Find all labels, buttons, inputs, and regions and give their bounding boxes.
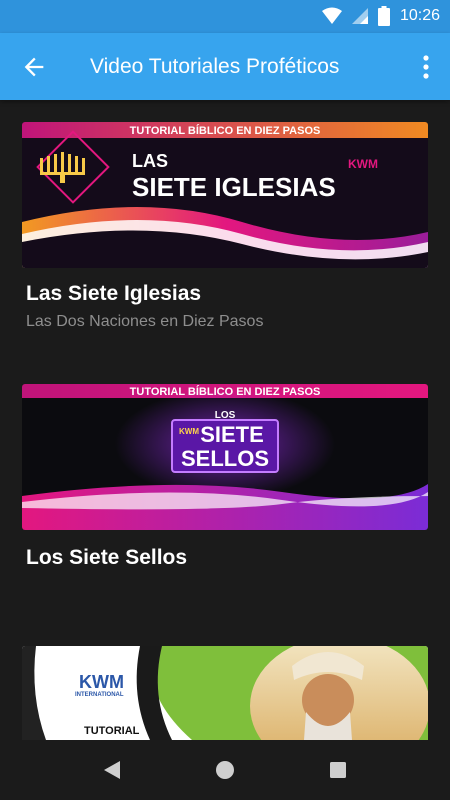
video-subtitle: Las Dos Naciones en Diez Pasos — [26, 313, 264, 330]
video-card-siete-iglesias[interactable]: TUTORIAL BÍBLICO EN DIEZ PASOS LAS SIETE… — [22, 122, 428, 330]
status-icons: 10:26 — [321, 6, 440, 26]
thumbnail-art: TUTORIAL BÍBLICO EN DIEZ PASOS LOS SIETE… — [22, 384, 428, 530]
banner-line2: SIETE IGLESIAS — [132, 172, 336, 202]
status-bar: 10:26 — [0, 0, 450, 33]
banner-logo: KWM — [179, 427, 199, 436]
video-title[interactable]: Las Siete Iglesias — [26, 282, 201, 306]
banner-logo: KWM — [79, 672, 124, 692]
square-recents-icon[interactable] — [326, 758, 350, 782]
banner-line3: SELLOS — [181, 446, 269, 471]
banner-top-text: TUTORIAL BÍBLICO EN DIEZ PASOS — [130, 124, 321, 137]
wifi-icon — [321, 7, 342, 24]
triangle-back-icon[interactable] — [100, 758, 124, 782]
thumbnail-art: TUTORIAL BÍBLICO EN DIEZ PASOS LAS SIETE… — [22, 122, 428, 268]
banner-text: TUTORIAL — [84, 725, 140, 737]
video-thumbnail[interactable]: TUTORIAL BÍBLICO EN DIEZ PASOS LOS SIETE… — [22, 384, 428, 530]
banner-line2: SIETE — [200, 422, 264, 447]
banner-logo: KWM — [348, 157, 378, 171]
signal-icon — [351, 8, 368, 24]
video-card-siete-sellos[interactable]: TUTORIAL BÍBLICO EN DIEZ PASOS LOS SIETE… — [22, 384, 428, 569]
system-nav-bar — [0, 740, 450, 800]
video-thumbnail[interactable]: TUTORIAL BÍBLICO EN DIEZ PASOS LAS SIETE… — [22, 122, 428, 268]
video-title[interactable]: Los Siete Sellos — [26, 546, 187, 570]
video-thumbnail[interactable]: KWM INTERNATIONAL TUTORIAL — [22, 646, 428, 740]
banner-line1: LAS — [132, 151, 168, 171]
page-title: Video Tutoriales Proféticos — [90, 55, 340, 78]
video-card-third[interactable]: KWM INTERNATIONAL TUTORIAL — [22, 646, 428, 740]
more-vert-icon[interactable] — [418, 53, 434, 81]
battery-icon — [377, 6, 390, 26]
status-time: 10:26 — [399, 7, 440, 24]
circle-home-icon[interactable] — [213, 758, 237, 782]
banner-top-text: TUTORIAL BÍBLICO EN DIEZ PASOS — [130, 385, 321, 398]
app-bar: Video Tutoriales Proféticos — [0, 33, 450, 100]
arrow-left-icon[interactable] — [20, 53, 48, 81]
banner-logo-sub: INTERNATIONAL — [75, 692, 124, 698]
banner-line1: LOS — [215, 410, 236, 421]
video-list[interactable]: TUTORIAL BÍBLICO EN DIEZ PASOS LAS SIETE… — [0, 100, 450, 740]
thumbnail-art: KWM INTERNATIONAL TUTORIAL — [22, 646, 428, 740]
